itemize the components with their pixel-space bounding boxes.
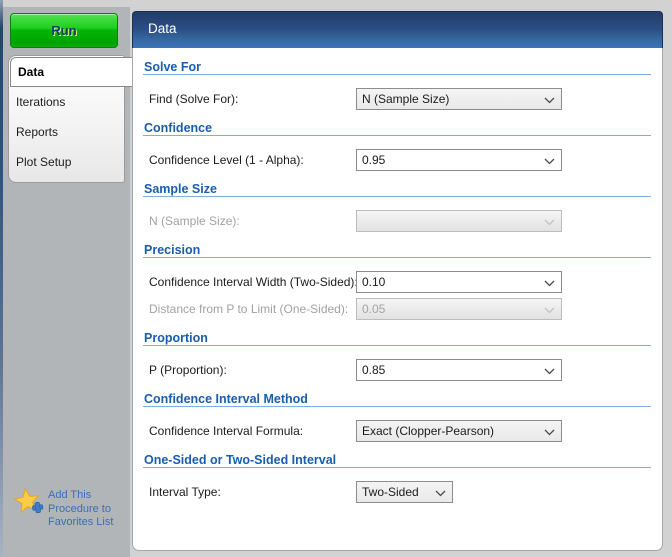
section-divider [143,257,651,258]
field-row-confidence-level: Confidence Level (1 - Alpha): 0.95 [143,149,651,171]
field-row-interval-type: Interval Type: Two-Sided [143,481,651,503]
section-proportion: Proportion P (Proportion): 0.85 [143,331,651,381]
field-row-distance-p-limit: Distance from P to Limit (One-Sided): 0.… [143,298,651,320]
sidebar-tab-data[interactable]: Data [10,57,134,87]
panel-header: Data [132,11,663,48]
field-row-p-proportion: P (Proportion): 0.85 [143,359,651,381]
find-solve-for-dropdown[interactable]: N (Sample Size) [356,88,562,110]
chevron-down-icon [544,429,555,436]
field-row-ci-formula: Confidence Interval Formula: Exact (Clop… [143,420,651,442]
section-divider [143,406,651,407]
dropdown-value: 0.95 [362,153,385,167]
field-label: P (Proportion): [149,363,227,377]
section-heading: Proportion [143,331,651,345]
field-row-find-solve-for: Find (Solve For): N (Sample Size) [143,88,651,110]
chevron-down-icon [544,158,555,165]
field-row-n-sample-size: N (Sample Size): [143,210,651,232]
dropdown-value: N (Sample Size) [362,92,449,106]
section-heading: Confidence Interval Method [143,392,651,406]
section-solve-for: Solve For Find (Solve For): N (Sample Si… [143,60,651,110]
section-heading: Sample Size [143,182,651,196]
dropdown-value: Two-Sided [362,485,419,499]
procedure-window: { "window": { "panel_title": "Data" }, "… [0,0,672,557]
dropdown-value: Exact (Clopper-Pearson) [362,424,494,438]
section-interval-type: One-Sided or Two-Sided Interval Interval… [143,453,651,503]
section-heading: One-Sided or Two-Sided Interval [143,453,651,467]
chevron-down-icon [435,490,446,497]
field-label: N (Sample Size): [149,214,240,228]
panel-title: Data [148,21,177,36]
chevron-down-icon [544,219,555,226]
ci-formula-dropdown[interactable]: Exact (Clopper-Pearson) [356,420,562,442]
dropdown-value: 0.05 [362,302,385,316]
ci-width-dropdown[interactable]: 0.10 [356,271,562,293]
section-confidence: Confidence Confidence Level (1 - Alpha):… [143,121,651,171]
section-precision: Precision Confidence Interval Width (Two… [143,243,651,320]
chevron-down-icon [544,307,555,314]
section-divider [143,74,651,75]
sidebar: Run Iterations Reports Plot Setup Data A… [0,7,130,557]
section-sample-size: Sample Size N (Sample Size): [143,182,651,232]
section-divider [143,345,651,346]
field-label: Find (Solve For): [149,92,238,106]
field-label: Confidence Interval Formula: [149,424,303,438]
field-label: Distance from P to Limit (One-Sided): [149,302,348,316]
chevron-down-icon [544,97,555,104]
sidebar-tab-reports[interactable]: Reports [10,117,122,147]
p-proportion-dropdown[interactable]: 0.85 [356,359,562,381]
dropdown-value: 0.85 [362,363,385,377]
star-plus-icon [11,484,45,518]
section-heading: Precision [143,243,651,257]
favorites-label: Add This Procedure to Favorites List [48,486,113,530]
sidebar-tab-iterations[interactable]: Iterations [10,87,122,117]
section-divider [143,467,651,468]
section-heading: Confidence [143,121,651,135]
confidence-level-dropdown[interactable]: 0.95 [356,149,562,171]
panel-content: Solve For Find (Solve For): N (Sample Si… [132,48,663,551]
distance-p-limit-dropdown: 0.05 [356,298,562,320]
dropdown-value: 0.10 [362,275,385,289]
field-label: Confidence Level (1 - Alpha): [149,153,304,167]
chevron-down-icon [544,280,555,287]
section-divider [143,196,651,197]
section-ci-method: Confidence Interval Method Confidence In… [143,392,651,442]
field-label: Interval Type: [149,485,221,499]
window-left-edge [0,0,3,557]
field-label: Confidence Interval Width (Two-Sided): [149,275,358,289]
section-heading: Solve For [143,60,651,74]
field-row-ci-width: Confidence Interval Width (Two-Sided): 0… [143,271,651,293]
section-divider [143,135,651,136]
run-button[interactable]: Run [10,13,118,48]
chevron-down-icon [544,368,555,375]
sidebar-tab-plot-setup[interactable]: Plot Setup [10,147,122,177]
n-sample-size-dropdown [356,210,562,232]
add-to-favorites-link[interactable]: Add This Procedure to Favorites List [13,486,125,530]
interval-type-dropdown[interactable]: Two-Sided [356,481,453,503]
